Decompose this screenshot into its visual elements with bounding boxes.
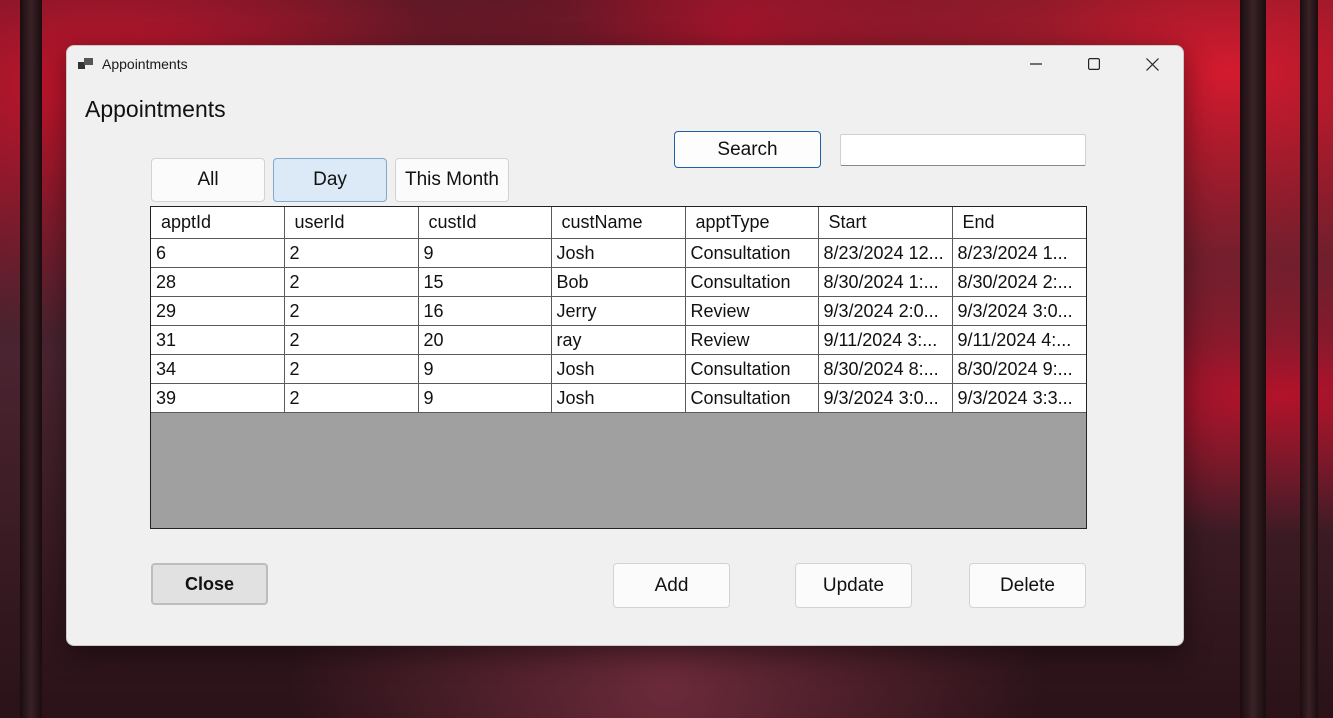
table-row[interactable]: 34 2 9 Josh Consultation 8/30/2024 8:...… [151, 354, 1086, 384]
column-header[interactable]: apptId [151, 207, 285, 239]
appointments-grid[interactable]: apptId userId custId custName apptType S… [150, 206, 1087, 529]
table-cell[interactable]: 16 [417, 296, 552, 326]
table-cell[interactable]: Consultation [684, 267, 819, 297]
table-cell[interactable]: 9 [417, 383, 552, 413]
table-cell[interactable]: 20 [417, 325, 552, 355]
wallpaper-tree-trunk [1300, 0, 1318, 718]
update-button[interactable]: Update [795, 563, 912, 608]
table-cell[interactable]: Josh [550, 383, 686, 413]
table-row[interactable]: 29 2 16 Jerry Review 9/3/2024 2:0... 9/3… [151, 296, 1086, 326]
table-cell[interactable]: 9 [417, 354, 552, 384]
title-bar[interactable]: Appointments [67, 46, 1183, 82]
filter-day-button[interactable]: Day [273, 158, 387, 202]
filter-all-button[interactable]: All [151, 158, 265, 202]
minimize-icon [1030, 63, 1042, 65]
table-cell[interactable]: 2 [283, 383, 419, 413]
table-cell[interactable]: 9/11/2024 4:... [951, 325, 1086, 355]
column-header[interactable]: Start [817, 207, 953, 239]
table-cell[interactable]: Bob [550, 267, 686, 297]
table-cell[interactable]: 31 [151, 325, 285, 355]
add-button[interactable]: Add [613, 563, 730, 608]
maximize-icon [1088, 58, 1100, 70]
column-header[interactable]: apptType [684, 207, 819, 239]
table-cell[interactable]: 28 [151, 267, 285, 297]
appointments-window: Appointments Appointments All Day This M… [66, 45, 1184, 646]
close-button[interactable]: Close [151, 563, 268, 605]
table-cell[interactable]: 8/30/2024 1:... [817, 267, 953, 297]
table-row[interactable]: 31 2 20 ray Review 9/11/2024 3:... 9/11/… [151, 325, 1086, 355]
wallpaper-tree-trunk [1240, 0, 1266, 718]
table-cell[interactable]: Jerry [550, 296, 686, 326]
table-cell[interactable]: 8/30/2024 9:... [951, 354, 1086, 384]
table-cell[interactable]: 2 [283, 325, 419, 355]
page-title: Appointments [85, 96, 226, 122]
table-cell[interactable]: 6 [151, 238, 285, 268]
table-cell[interactable]: ray [550, 325, 686, 355]
table-cell[interactable]: 9/3/2024 3:0... [951, 296, 1086, 326]
delete-button[interactable]: Delete [969, 563, 1086, 608]
search-button[interactable]: Search [674, 131, 821, 168]
wallpaper-tree-trunk [20, 0, 42, 718]
column-header[interactable]: custName [550, 207, 686, 239]
table-cell[interactable]: Review [684, 325, 819, 355]
table-cell[interactable]: Review [684, 296, 819, 326]
close-icon [1145, 57, 1159, 71]
table-cell[interactable]: 9/3/2024 3:0... [817, 383, 953, 413]
table-cell[interactable]: 8/23/2024 12... [817, 238, 953, 268]
table-cell[interactable]: 2 [283, 354, 419, 384]
appointments-table: apptId userId custId custName apptType S… [151, 207, 1086, 413]
table-cell[interactable]: 29 [151, 296, 285, 326]
table-cell[interactable]: Josh [550, 238, 686, 268]
table-cell[interactable]: 9/3/2024 2:0... [817, 296, 953, 326]
table-cell[interactable]: 9 [417, 238, 552, 268]
table-cell[interactable]: 34 [151, 354, 285, 384]
table-row[interactable]: 6 2 9 Josh Consultation 8/23/2024 12... … [151, 238, 1086, 268]
search-input[interactable] [840, 134, 1086, 166]
column-header[interactable]: userId [283, 207, 419, 239]
app-icon [78, 58, 93, 69]
table-cell[interactable]: Consultation [684, 238, 819, 268]
maximize-button[interactable] [1065, 46, 1123, 82]
table-cell[interactable]: 8/30/2024 2:... [951, 267, 1086, 297]
table-cell[interactable]: Consultation [684, 383, 819, 413]
table-cell[interactable]: Josh [550, 354, 686, 384]
table-cell[interactable]: Consultation [684, 354, 819, 384]
table-row[interactable]: 39 2 9 Josh Consultation 9/3/2024 3:0...… [151, 383, 1086, 413]
table-cell[interactable]: 9/11/2024 3:... [817, 325, 953, 355]
table-cell[interactable]: 2 [283, 238, 419, 268]
window-title: Appointments [102, 56, 188, 72]
table-cell[interactable]: 2 [283, 296, 419, 326]
table-cell[interactable]: 2 [283, 267, 419, 297]
table-cell[interactable]: 39 [151, 383, 285, 413]
column-header[interactable]: End [951, 207, 1086, 239]
close-window-button[interactable] [1123, 46, 1181, 82]
minimize-button[interactable] [1007, 46, 1065, 82]
table-cell[interactable]: 9/3/2024 3:3... [951, 383, 1086, 413]
table-row[interactable]: 28 2 15 Bob Consultation 8/30/2024 1:...… [151, 267, 1086, 297]
table-cell[interactable]: 8/23/2024 1... [951, 238, 1086, 268]
table-cell[interactable]: 15 [417, 267, 552, 297]
column-header[interactable]: custId [417, 207, 552, 239]
table-header-row: apptId userId custId custName apptType S… [151, 207, 1086, 239]
filter-this-month-button[interactable]: This Month [395, 158, 509, 202]
table-cell[interactable]: 8/30/2024 8:... [817, 354, 953, 384]
